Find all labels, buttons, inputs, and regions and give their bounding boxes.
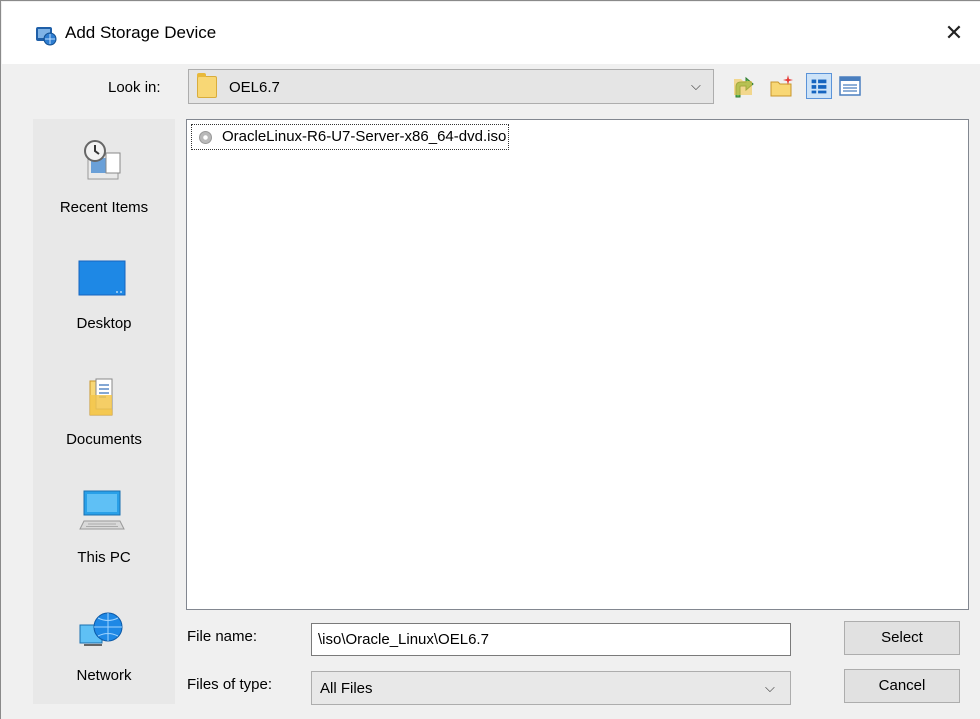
- place-network[interactable]: Network: [33, 593, 175, 693]
- place-documents[interactable]: Documents: [33, 359, 175, 459]
- chevron-down-icon: ⌵: [691, 79, 701, 94]
- place-label: Recent Items: [59, 199, 149, 216]
- place-label: Network: [76, 667, 132, 684]
- cancel-button[interactable]: Cancel: [844, 669, 960, 703]
- desktop-icon: [78, 260, 126, 296]
- place-this-pc[interactable]: This PC: [33, 475, 175, 575]
- recent-items-icon: [84, 140, 121, 180]
- place-recent-items[interactable]: Recent Items: [33, 123, 175, 223]
- title-bar: Add Storage Device ✕: [2, 2, 980, 64]
- select-button[interactable]: Select: [844, 621, 960, 655]
- look-in-dropdown[interactable]: OEL6.7 ⌵: [188, 69, 714, 104]
- files-of-type-dropdown[interactable]: All Files ⌵: [311, 671, 791, 705]
- file-name-label: File name:: [187, 628, 258, 645]
- place-label: Documents: [66, 431, 142, 448]
- add-storage-device-dialog: Add Storage Device ✕ Look in: OEL6.7 ⌵ R…: [0, 0, 980, 719]
- up-one-level-icon[interactable]: [732, 73, 758, 99]
- close-icon[interactable]: ✕: [940, 20, 968, 48]
- file-name-text: OracleLinux-R6-U7-Server-x86_64-dvd.iso: [222, 128, 507, 145]
- file-name-field[interactable]: [311, 623, 791, 656]
- files-of-type-label: Files of type:: [187, 676, 273, 693]
- this-pc-icon: [79, 490, 125, 530]
- list-view-icon[interactable]: [806, 73, 832, 99]
- file-list[interactable]: OracleLinux-R6-U7-Server-x86_64-dvd.iso: [186, 119, 969, 610]
- chevron-down-icon: ⌵: [765, 681, 775, 696]
- folder-icon: [197, 73, 217, 98]
- virtualbox-app-icon: [36, 27, 57, 46]
- look-in-value: OEL6.7: [229, 79, 280, 96]
- list-item[interactable]: OracleLinux-R6-U7-Server-x86_64-dvd.iso: [191, 124, 510, 150]
- place-label: Desktop: [76, 315, 132, 332]
- window-title: Add Storage Device: [65, 23, 217, 42]
- place-desktop[interactable]: Desktop: [33, 243, 175, 343]
- documents-icon: [89, 378, 113, 416]
- create-new-folder-icon[interactable]: [769, 73, 795, 99]
- details-view-icon[interactable]: [837, 73, 863, 99]
- files-of-type-value: All Files: [320, 680, 373, 697]
- network-icon: [79, 612, 123, 646]
- places-bar: Recent Items Desktop Documents This PC N…: [33, 119, 175, 704]
- place-label: This PC: [77, 549, 131, 566]
- disc-image-icon: [199, 131, 212, 144]
- look-in-label: Look in:: [108, 79, 161, 96]
